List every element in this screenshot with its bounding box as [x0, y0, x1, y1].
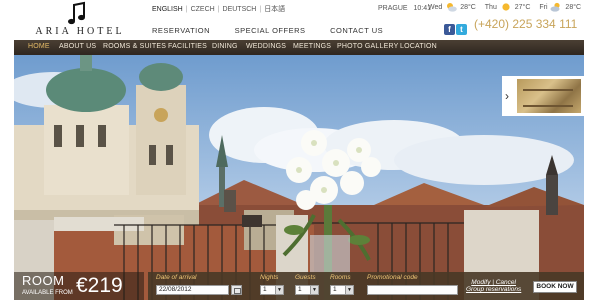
rooms-value: 1 [333, 286, 337, 293]
cloud-sun-icon [550, 2, 561, 12]
guests-select[interactable]: 1 ▼ [295, 285, 319, 295]
nights-value: 1 [263, 286, 267, 293]
weather-day: Wed 28°C [428, 2, 476, 12]
lang-english[interactable]: ENGLISH [152, 6, 183, 13]
promo-code-label: Promotional code [367, 274, 418, 281]
lang-deutsch[interactable]: DEUTSCH [223, 6, 257, 13]
weather-forecast: Wed 28°C Thu 27°C Fri 28°C [428, 2, 588, 16]
nav-about-us[interactable]: ABOUT US [59, 43, 96, 50]
hotel-logo[interactable]: ARIA HOTEL [30, 1, 130, 37]
lang-czech[interactable]: CZECH [191, 6, 215, 13]
weather-day-label: Wed [428, 3, 443, 11]
city-clock: PRAGUE 10:41 [378, 5, 435, 12]
city-name: PRAGUE [378, 5, 408, 12]
weather-day-label: Thu [484, 3, 497, 11]
rooms-select[interactable]: 1 ▼ [330, 285, 354, 295]
nav-meetings[interactable]: MEETINGS [293, 43, 331, 50]
modify-links: Modify | Cancel Group reservations [466, 279, 521, 293]
lang-japanese[interactable]: 日本語 [264, 4, 285, 14]
weather-day: Thu 27°C [484, 2, 531, 12]
weather-temp: 28°C [460, 3, 476, 11]
nav-dining[interactable]: DINING [212, 43, 238, 50]
book-now-button[interactable]: BOOK NOW [533, 281, 577, 293]
sun-icon [502, 3, 510, 11]
hero-photo [14, 55, 584, 300]
chevron-right-icon[interactable]: › [505, 88, 515, 104]
arrival-date-field[interactable]: 22/08/2012 [156, 285, 229, 295]
nav-facilities[interactable]: FACILITIES [168, 43, 207, 50]
rooms-label: Rooms [330, 274, 351, 281]
nav-special-offers[interactable]: SPECIAL OFFERS [235, 26, 306, 35]
room-offer[interactable]: ROOM AVAILABLE FROM €219 [14, 272, 144, 300]
top-nav: RESERVATION SPECIAL OFFERS CONTACT US [152, 26, 405, 35]
partly-cloudy-icon [447, 3, 458, 12]
weather-day: Fri 28°C [539, 2, 581, 12]
phone-number[interactable]: (+420) 225 334 111 [474, 17, 577, 31]
room-offer-subtitle: AVAILABLE FROM [22, 290, 73, 296]
logo-text: ARIA HOTEL [35, 26, 125, 37]
weather-day-label: Fri [539, 3, 548, 11]
nav-contact-us[interactable]: CONTACT US [330, 26, 383, 35]
gallery-thumbnail[interactable]: › [502, 76, 584, 116]
chevron-down-icon: ▼ [275, 286, 283, 294]
facebook-icon[interactable]: f [444, 24, 455, 35]
chevron-down-icon: ▼ [345, 286, 353, 294]
group-reservations-link[interactable]: Group reservations [466, 286, 521, 293]
twitter-icon[interactable]: t [456, 24, 467, 35]
nav-weddings[interactable]: WEDDINGS [246, 43, 286, 50]
weather-temp: 28°C [565, 3, 582, 11]
nights-select[interactable]: 1 ▼ [260, 285, 284, 295]
weather-temp: 27°C [514, 3, 531, 11]
main-nav: HOME ABOUT US ROOMS & SUITES FACILITIES … [14, 40, 584, 55]
arrival-date-label: Date of arrival [156, 274, 197, 281]
nav-location[interactable]: LOCATION [400, 43, 437, 50]
language-switcher: ENGLISH | CZECH | DEUTSCH | 日本語 [152, 4, 286, 14]
nav-photo-gallery[interactable]: PHOTO GALLERY [337, 43, 398, 50]
hero-banner: › [14, 55, 584, 300]
thumbnail-image[interactable] [517, 79, 581, 113]
nav-reservation[interactable]: RESERVATION [152, 26, 210, 35]
social-links: ft [444, 19, 468, 37]
booking-bar: Date of arrival 22/08/2012 Nights 1 ▼ Gu… [148, 272, 584, 300]
guests-value: 1 [298, 286, 302, 293]
room-offer-price: €219 [76, 274, 123, 297]
site-header: ARIA HOTEL ENGLISH | CZECH | DEUTSCH | 日本語 RES… [0, 0, 600, 40]
calendar-icon[interactable] [231, 285, 242, 295]
chevron-down-icon: ▼ [310, 286, 318, 294]
music-note-icon [68, 1, 85, 25]
nav-home[interactable]: HOME [28, 43, 50, 50]
nav-rooms-suites[interactable]: ROOMS & SUITES [103, 43, 166, 50]
guests-label: Guests [295, 274, 316, 281]
nights-label: Nights [260, 274, 279, 281]
promo-code-field[interactable] [367, 285, 458, 295]
room-offer-title: ROOM [22, 273, 65, 288]
modify-cancel-link[interactable]: Modify | Cancel [466, 279, 521, 286]
